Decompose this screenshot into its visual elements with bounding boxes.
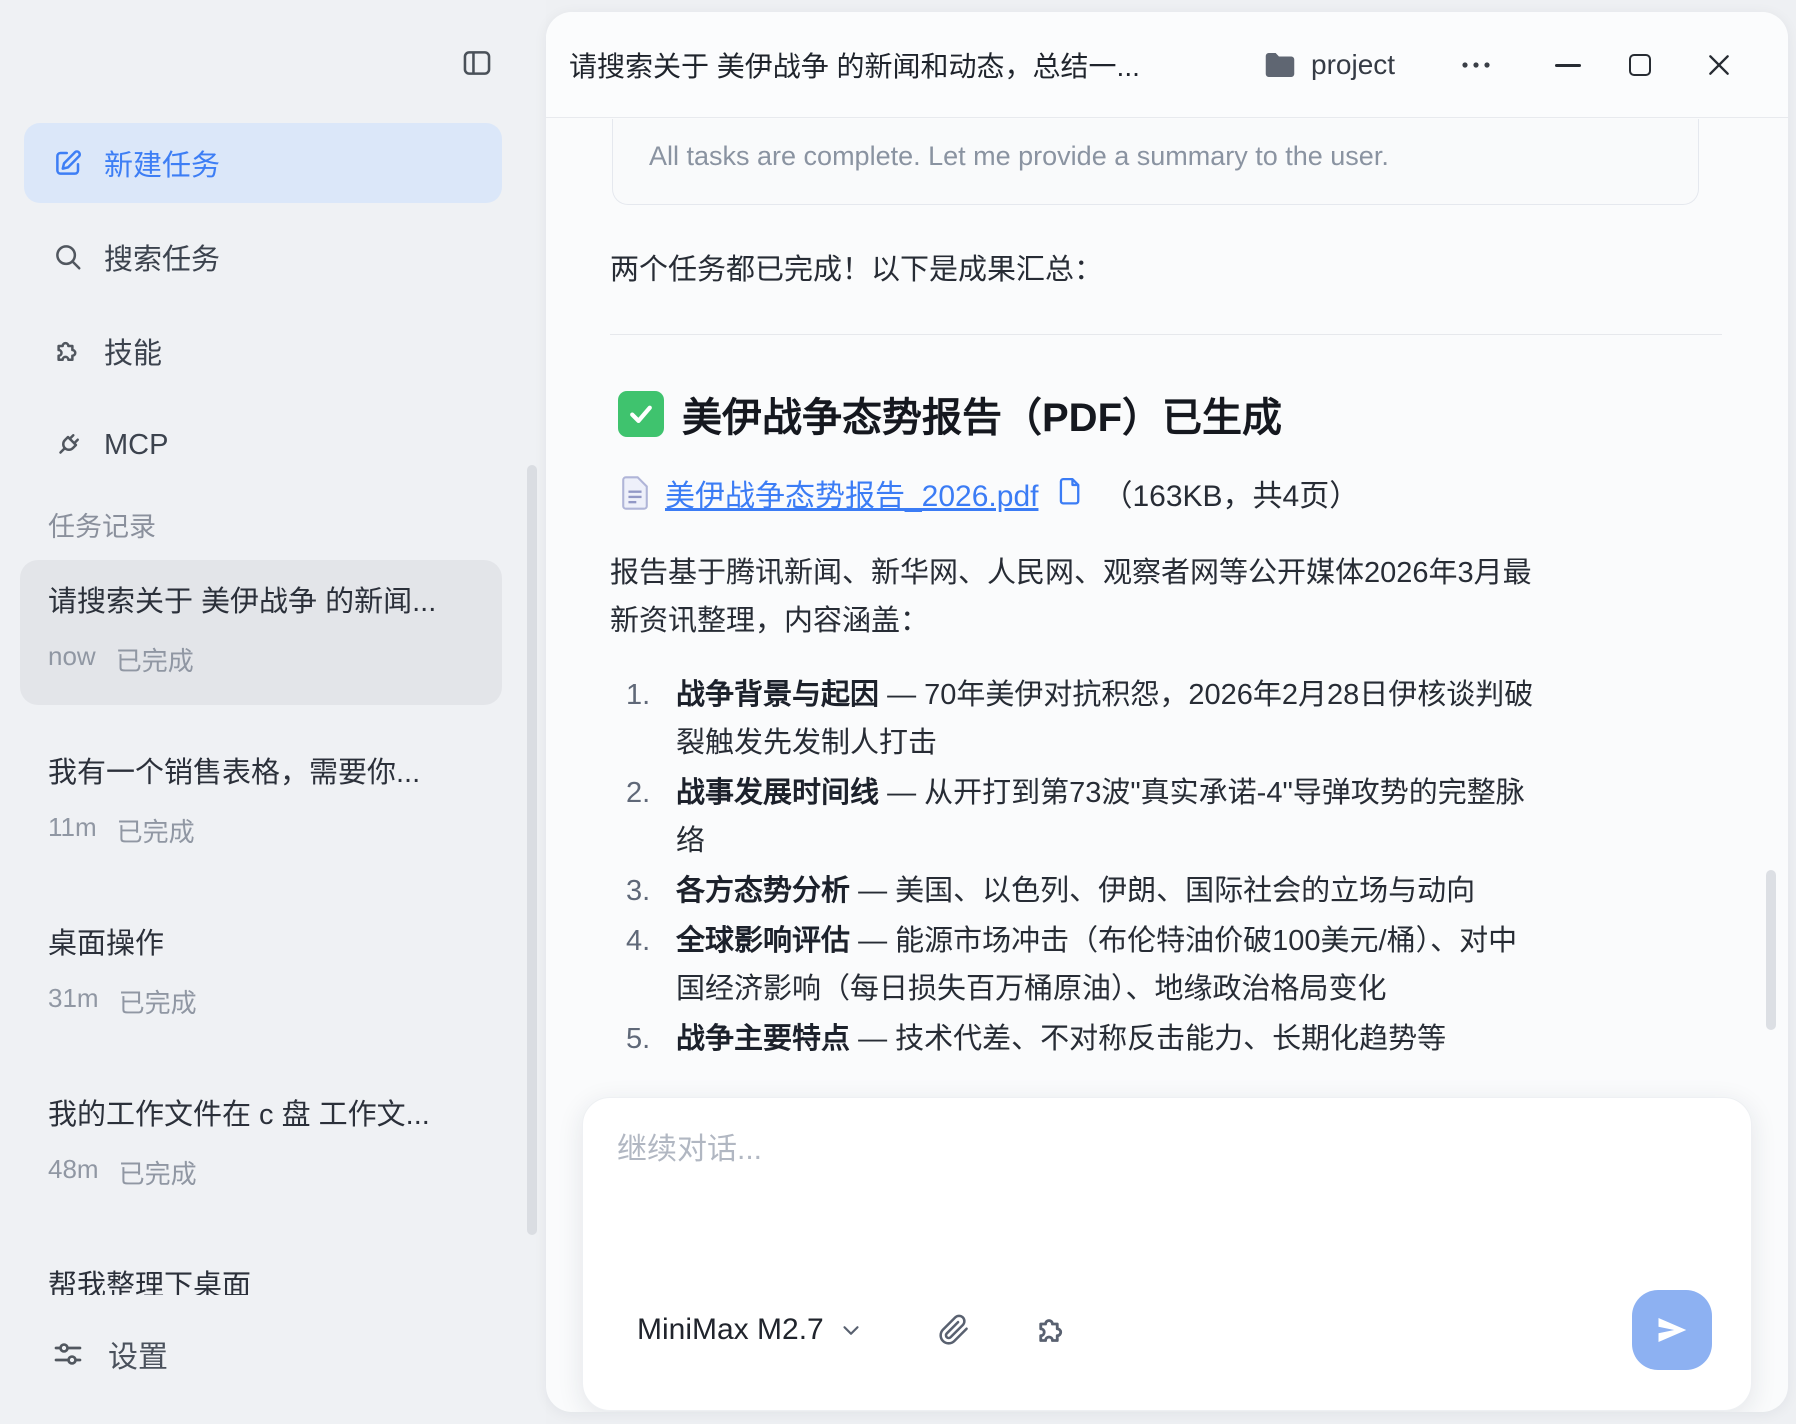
report-heading: 美伊战争态势报告（PDF）已生成 (610, 385, 1722, 443)
task-title: 我有一个销售表格，需要你... (48, 756, 474, 790)
folder-icon[interactable] (1262, 48, 1298, 82)
task-item[interactable]: 请搜索关于 美伊战争 的新闻... now 已完成 (20, 560, 502, 705)
sidebar-item-label: 技能 (104, 330, 162, 372)
close-button[interactable] (1700, 48, 1738, 82)
sidebar-scrollbar[interactable] (527, 465, 537, 1235)
divider (610, 334, 1722, 335)
project-label[interactable]: project (1311, 12, 1395, 118)
more-options-icon[interactable] (1454, 48, 1498, 82)
task-history-list: 请搜索关于 美伊战争 的新闻... now 已完成 我有一个销售表格，需要你..… (20, 560, 502, 1295)
sidebar-item-search-task[interactable]: 搜索任务 (24, 217, 502, 297)
attachment-icon[interactable] (938, 1314, 970, 1346)
chat-scrollbar[interactable] (1766, 870, 1776, 1030)
sidebar-item-label: 搜索任务 (104, 236, 220, 278)
message-input[interactable] (617, 1124, 1717, 1274)
task-status: 已完成 (117, 812, 195, 849)
task-time: 31m (48, 983, 99, 1020)
task-item[interactable]: 我的工作文件在 c 盘 工作文... 48m 已完成 (20, 1073, 502, 1218)
pdf-link-row: 美伊战争态势报告_2026.pdf （163KB，共4页） (610, 471, 1722, 515)
sliders-icon (52, 1338, 84, 1370)
sidebar-nav: 新建任务 搜索任务 技能 (24, 123, 502, 499)
task-time: 11m (48, 812, 97, 849)
minimize-button[interactable] (1549, 48, 1587, 82)
list-item: 2.战事发展时间线 — 从开打到第73波"真实承诺-4"导弹攻势的完整脉 络 (610, 769, 1722, 865)
composer-toolbar: MiniMax M2.7 (583, 1288, 1751, 1372)
report-list: 1.战争背景与起因 — 70年美伊对抗积怨，2026年2月28日伊核谈判破 裂触… (610, 671, 1722, 1063)
composer: MiniMax M2.7 (582, 1097, 1752, 1411)
agent-status-text: All tasks are complete. Let me provide a… (649, 141, 1389, 171)
report-description: 报告基于腾讯新闻、新华网、人民网、观察者网等公开媒体2026年3月最 新资讯整理… (610, 549, 1722, 645)
pdf-file-link[interactable]: 美伊战争态势报告_2026.pdf (665, 471, 1038, 515)
sidebar-item-skills[interactable]: 技能 (24, 311, 502, 391)
task-title: 请搜索关于 美伊战争 的新闻... (48, 585, 474, 619)
copy-file-icon[interactable] (1055, 478, 1083, 508)
sidebar-item-label: MCP (104, 429, 168, 462)
maximize-button[interactable] (1621, 48, 1659, 82)
document-icon (620, 476, 650, 510)
skills-puzzle-icon[interactable] (1034, 1312, 1070, 1348)
main-panel: 请搜索关于 美伊战争 的新闻和动态，总结一... project All tas… (546, 12, 1788, 1412)
agent-status-box: All tasks are complete. Let me provide a… (612, 119, 1699, 205)
task-title: 我的工作文件在 c 盘 工作文... (48, 1098, 474, 1132)
list-item: 1.战争背景与起因 — 70年美伊对抗积怨，2026年2月28日伊核谈判破 裂触… (610, 671, 1722, 767)
sidebar: 新建任务 搜索任务 技能 (0, 0, 546, 1424)
task-status: 已完成 (119, 983, 197, 1020)
model-name: MiniMax M2.7 (637, 1313, 824, 1347)
list-item: 4.全球影响评估 — 能源市场冲击（布伦特油价破100美元/桶）、对中 国经济影… (610, 917, 1722, 1013)
chat-area: All tasks are complete. Let me provide a… (610, 119, 1722, 1064)
titlebar: 请搜索关于 美伊战争 的新闻和动态，总结一... project (546, 12, 1788, 118)
sidebar-item-new-task[interactable]: 新建任务 (24, 123, 502, 203)
puzzle-icon (52, 335, 84, 367)
sidebar-item-mcp[interactable]: MCP (24, 405, 502, 485)
task-item[interactable]: 桌面操作 31m 已完成 (20, 902, 502, 1047)
task-item[interactable]: 帮我整理下桌面 2h 已完成 (20, 1244, 502, 1295)
settings-label: 设置 (108, 1332, 168, 1376)
pdf-meta-text: （163KB，共4页） (1102, 471, 1359, 515)
window-title: 请搜索关于 美伊战争 的新闻和动态，总结一... (569, 12, 1140, 118)
task-title: 桌面操作 (48, 927, 474, 961)
chevron-down-icon (838, 1317, 864, 1343)
list-item: 5.战争主要特点 — 技术代差、不对称反击能力、长期化趋势等 (610, 1015, 1722, 1063)
report-heading-text: 美伊战争态势报告（PDF）已生成 (682, 385, 1282, 443)
task-time: now (48, 641, 96, 678)
check-emoji-icon (618, 391, 664, 437)
sidebar-item-label: 新建任务 (104, 142, 220, 184)
task-status: 已完成 (116, 641, 194, 678)
assistant-intro-text: 两个任务都已完成！以下是成果汇总： (610, 250, 1722, 290)
send-button[interactable] (1632, 1290, 1712, 1370)
model-selector[interactable]: MiniMax M2.7 (637, 1313, 864, 1347)
task-status: 已完成 (119, 1154, 197, 1191)
plug-icon (52, 429, 84, 461)
sidebar-collapse-icon[interactable] (458, 44, 496, 82)
edit-icon (52, 147, 84, 179)
list-item: 3.各方态势分析 — 美国、以色列、伊朗、国际社会的立场与动向 (610, 867, 1722, 915)
task-time: 48m (48, 1154, 99, 1191)
search-icon (52, 241, 84, 273)
task-history-header: 任务记录 (48, 505, 156, 544)
app-window: { "sidebar": { "nav": [ { "label": "新建任务… (0, 0, 1796, 1424)
sidebar-item-settings[interactable]: 设置 (52, 1332, 168, 1376)
task-item[interactable]: 我有一个销售表格，需要你... 11m 已完成 (20, 731, 502, 876)
task-title: 帮我整理下桌面 (48, 1269, 474, 1295)
